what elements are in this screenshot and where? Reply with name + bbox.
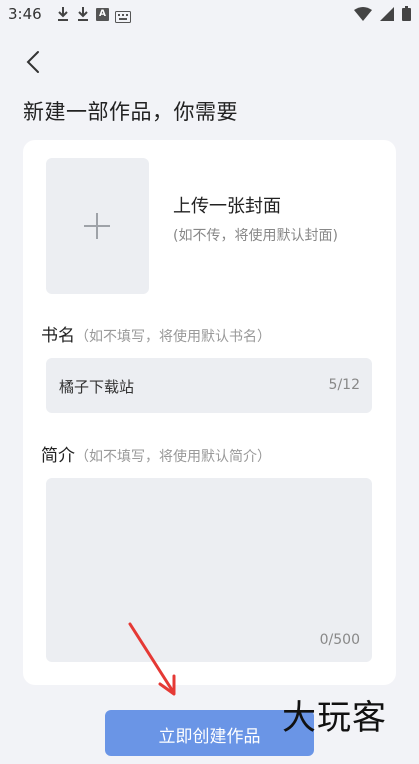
system-icons <box>354 6 411 25</box>
battery-icon <box>402 6 411 25</box>
name-label: 书名（如不填写，将使用默认书名） <box>41 321 271 346</box>
cover-subtitle: (如不传，将使用默认封面) <box>173 228 338 244</box>
name-hint: （如不填写，将使用默认书名） <box>75 329 271 345</box>
intro-label-text: 简介 <box>41 446 75 466</box>
status-time: 3:46 <box>8 5 42 23</box>
chevron-left-icon <box>26 51 39 73</box>
intro-counter: 0/500 <box>319 632 360 648</box>
intro-label: 简介（如不填写，将使用默认简介） <box>41 441 271 466</box>
keyboard-icon <box>115 8 131 23</box>
notification-icons: A <box>56 6 131 23</box>
annotation-arrow-icon <box>128 622 176 696</box>
plus-icon <box>84 213 110 239</box>
page-title: 新建一部作品，你需要 <box>23 100 238 124</box>
book-name-value: 橘子下载站 <box>59 378 135 396</box>
back-button[interactable] <box>20 48 48 76</box>
signal-icon <box>380 6 394 25</box>
a-badge-icon: A <box>96 7 109 21</box>
book-name-input[interactable]: 橘子下载站 5/12 <box>46 358 372 413</box>
name-label-text: 书名 <box>41 326 75 346</box>
intro-textarea[interactable]: 0/500 <box>46 478 372 662</box>
wifi-icon <box>354 6 372 25</box>
download-icon <box>76 6 90 22</box>
status-bar: 3:46 A <box>0 0 419 30</box>
download-icon <box>56 6 70 22</box>
intro-hint: （如不填写，将使用默认简介） <box>75 449 271 465</box>
watermark-logo: 大玩客 <box>282 698 387 738</box>
cover-upload-button[interactable] <box>46 158 149 294</box>
book-name-counter: 5/12 <box>328 377 360 393</box>
cover-title: 上传一张封面 <box>173 196 281 217</box>
form-card: 上传一张封面 (如不传，将使用默认封面) 书名（如不填写，将使用默认书名） 橘子… <box>23 140 396 685</box>
